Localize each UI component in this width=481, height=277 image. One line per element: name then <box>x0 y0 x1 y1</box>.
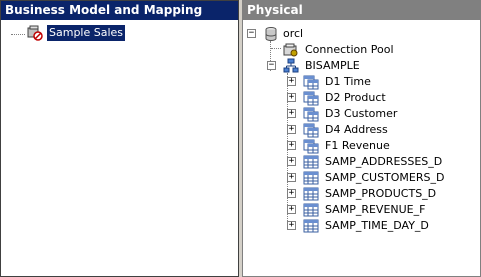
physical-pane: Physical − orcl Connection Pool − BISAMP… <box>242 0 481 277</box>
business-model-pane-title: Business Model and Mapping <box>1 1 238 20</box>
tree-item-label: D3 Customer <box>325 107 398 120</box>
expand-toggle[interactable]: + <box>287 157 296 166</box>
table-icon <box>303 202 319 218</box>
tree-item-schema[interactable]: − BISAMPLE <box>243 58 480 74</box>
tree-item-label: Connection Pool <box>305 43 394 56</box>
tree-item-label: D2 Product <box>325 91 386 104</box>
tree-item-alias[interactable]: + F1 Revenue <box>243 138 480 154</box>
tree-item-table[interactable]: + SAMP_PRODUCTS_D <box>243 186 480 202</box>
expand-toggle[interactable]: + <box>287 189 296 198</box>
tree-item-label: F1 Revenue <box>325 139 390 152</box>
alias-table-icon <box>303 138 319 154</box>
collapse-toggle[interactable]: − <box>267 61 276 70</box>
tree-item-table[interactable]: + SAMP_TIME_DAY_D <box>243 218 480 234</box>
expand-toggle[interactable]: + <box>287 141 296 150</box>
tree-item-table[interactable]: + SAMP_CUSTOMERS_D <box>243 170 480 186</box>
expand-toggle[interactable]: + <box>287 125 296 134</box>
table-icon <box>303 154 319 170</box>
tree-item-alias[interactable]: + D4 Address <box>243 122 480 138</box>
collapse-toggle[interactable]: − <box>247 29 256 38</box>
schema-icon <box>283 58 299 74</box>
tree-item-alias[interactable]: + D3 Customer <box>243 106 480 122</box>
tree-item-connection-pool[interactable]: Connection Pool <box>243 42 480 58</box>
tree-item-table[interactable]: + SAMP_ADDRESSES_D <box>243 154 480 170</box>
tree-item-label: D4 Address <box>325 123 388 136</box>
tree-item-label: SAMP_TIME_DAY_D <box>325 219 429 232</box>
expand-toggle[interactable]: + <box>287 205 296 214</box>
alias-table-icon <box>303 90 319 106</box>
tree-item-label: Sample Sales <box>45 24 127 42</box>
table-icon <box>303 218 319 234</box>
tree-item-label: SAMP_REVENUE_F <box>325 203 426 216</box>
tree-item-label: SAMP_ADDRESSES_D <box>325 155 443 168</box>
physical-tree: − orcl Connection Pool − BISAMPLE + D1 T… <box>243 21 480 276</box>
tree-item-database[interactable]: − orcl <box>243 26 480 42</box>
table-icon <box>303 186 319 202</box>
tree-item-alias[interactable]: + D1 Time <box>243 74 480 90</box>
expand-toggle[interactable]: + <box>287 173 296 182</box>
tree-item-label: BISAMPLE <box>305 59 360 72</box>
tree-item-alias[interactable]: + D2 Product <box>243 90 480 106</box>
alias-table-icon <box>303 122 319 138</box>
connection-pool-icon <box>283 42 299 58</box>
tree-item-label: SAMP_PRODUCTS_D <box>325 187 437 200</box>
business-model-tree: Sample Sales <box>1 21 238 276</box>
tree-item-label: D1 Time <box>325 75 371 88</box>
database-icon <box>263 26 279 42</box>
tree-item-label: SAMP_CUSTOMERS_D <box>325 171 445 184</box>
alias-table-icon <box>303 106 319 122</box>
expand-toggle[interactable]: + <box>287 93 296 102</box>
expand-toggle[interactable]: + <box>287 109 296 118</box>
expand-toggle[interactable]: + <box>287 77 296 86</box>
alias-table-icon <box>303 74 319 90</box>
physical-pane-title: Physical <box>243 1 480 20</box>
table-icon <box>303 170 319 186</box>
business-model-pane: Business Model and Mapping Sample Sales <box>0 0 239 277</box>
expand-toggle[interactable]: + <box>287 221 296 230</box>
tree-item-table[interactable]: + SAMP_REVENUE_F <box>243 202 480 218</box>
business-model-icon <box>27 25 43 41</box>
tree-item-label: orcl <box>283 27 304 40</box>
